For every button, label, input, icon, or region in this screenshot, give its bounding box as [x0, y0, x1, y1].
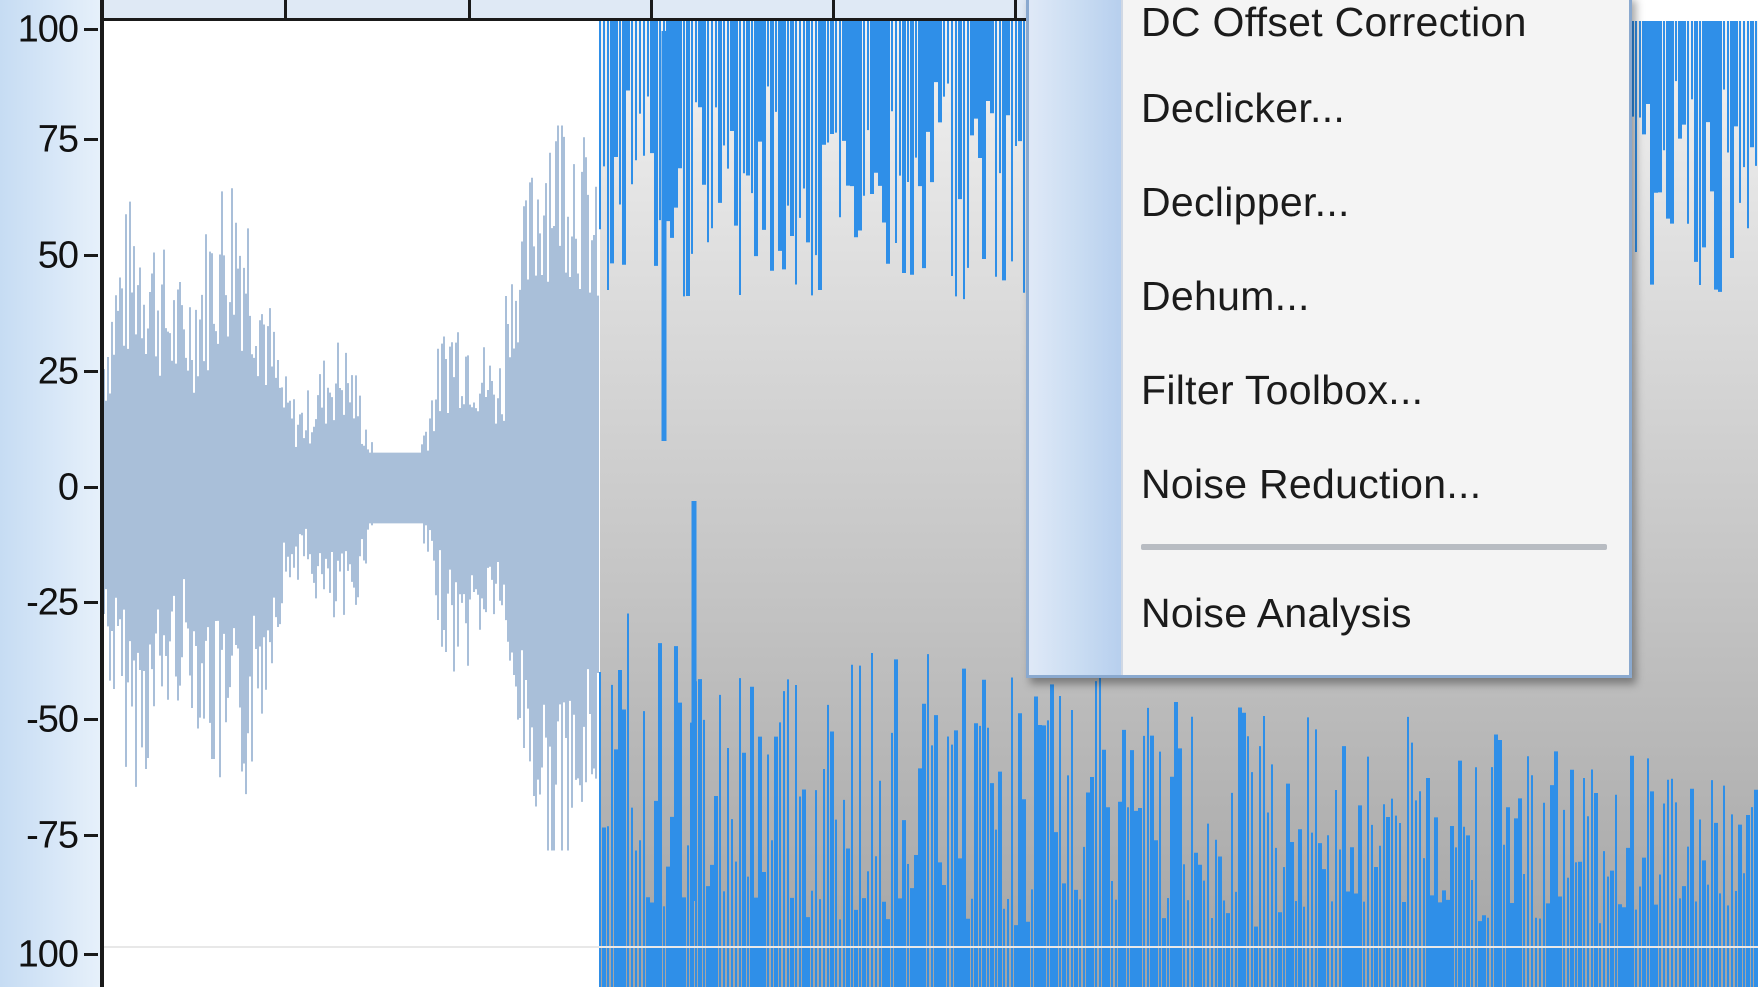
- amplitude-tick: [84, 718, 98, 721]
- menu-icon-gutter: [1029, 0, 1123, 675]
- amplitude-label: -25: [26, 581, 79, 624]
- time-tick: [650, 0, 653, 18]
- time-tick: [1014, 0, 1017, 18]
- amplitude-label: 100: [17, 8, 79, 51]
- amplitude-tick: [84, 138, 98, 141]
- time-tick: [832, 0, 835, 18]
- menu-separator: [1141, 544, 1607, 550]
- amplitude-label: 50: [37, 234, 79, 277]
- time-tick: [468, 0, 471, 18]
- amplitude-tick: [84, 601, 98, 604]
- menu-item-declipper[interactable]: Declipper...: [1141, 179, 1350, 226]
- time-ruler: [104, 0, 1034, 21]
- time-tick: [284, 0, 287, 18]
- amplitude-tick: [84, 486, 98, 489]
- menu-item-filter-toolbox[interactable]: Filter Toolbox...: [1141, 367, 1423, 414]
- amplitude-tick: [84, 28, 98, 31]
- menu-item-dehum[interactable]: Dehum...: [1141, 273, 1310, 320]
- context-menu: DC Offset Correction Declicker... Declip…: [1026, 0, 1632, 678]
- amplitude-label: 25: [37, 350, 79, 393]
- menu-item-noise-reduction[interactable]: Noise Reduction...: [1141, 461, 1481, 508]
- menu-item-noise-analysis[interactable]: Noise Analysis: [1141, 590, 1412, 637]
- menu-item-declicker[interactable]: Declicker...: [1141, 85, 1345, 132]
- amplitude-tick: [84, 953, 98, 956]
- amplitude-label: 0: [57, 466, 79, 509]
- amplitude-label: 75: [37, 118, 79, 161]
- amplitude-label: -50: [26, 698, 79, 741]
- amplitude-label: -75: [26, 814, 79, 857]
- amplitude-label: 100: [17, 933, 79, 976]
- amplitude-ruler: 100 75 50 25 0 -25 -50 -75 100: [0, 0, 100, 987]
- menu-item-dc-offset-correction[interactable]: DC Offset Correction: [1141, 0, 1527, 46]
- amplitude-tick: [84, 254, 98, 257]
- amplitude-tick: [84, 834, 98, 837]
- amplitude-tick: [84, 370, 98, 373]
